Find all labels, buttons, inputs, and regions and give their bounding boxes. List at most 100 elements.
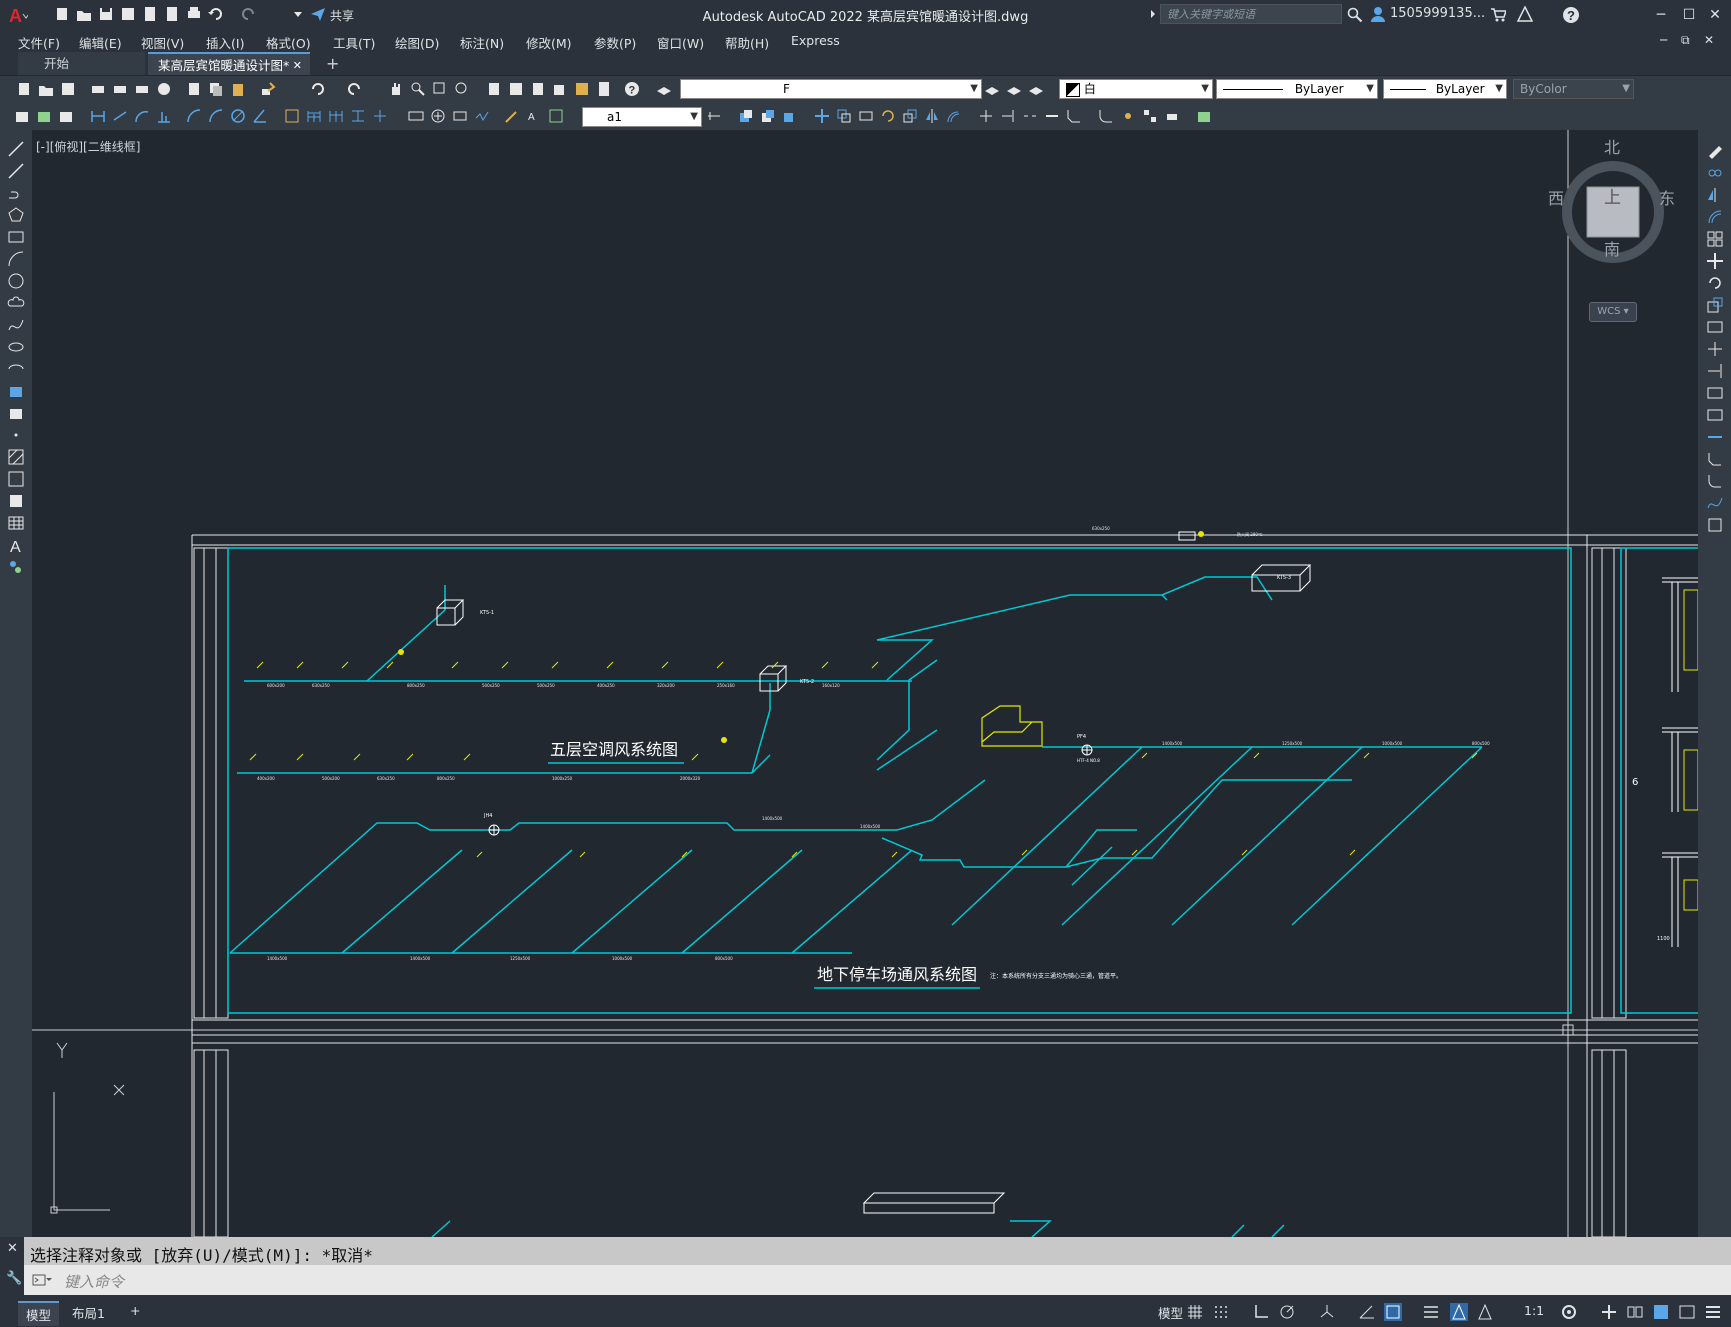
tolerance-icon[interactable] [408,108,424,124]
menu-dimension[interactable]: 标注(N) [460,33,504,52]
make-current-layer-icon[interactable] [984,81,1000,97]
model-space-button[interactable]: 模型 [1150,1301,1191,1324]
chamfer-icon[interactable] [1706,450,1724,468]
plotstyle-dropdown[interactable]: ByColor ▼ [1513,79,1634,99]
extend-modify-icon[interactable] [1000,108,1016,124]
stretch-icon[interactable] [858,108,874,124]
publish-icon[interactable] [134,81,150,97]
3d-print-icon[interactable] [156,81,172,97]
offset-icon[interactable] [1706,208,1724,226]
menu-parametric[interactable]: 参数(P) [594,33,636,52]
menu-window[interactable]: 窗口(W) [657,33,704,52]
make-block-icon[interactable] [7,404,25,422]
save-toolbar-icon[interactable] [60,81,76,97]
cut-icon[interactable] [186,81,202,97]
search-expand-icon[interactable] [1150,8,1156,20]
isolate-objects-icon[interactable] [1626,1303,1644,1321]
doc-restore-icon[interactable]: ⧉ [1681,33,1690,48]
polygon-icon[interactable] [7,206,25,224]
undo-toolbar-icon[interactable] [310,81,326,97]
add-selected-icon[interactable] [7,558,25,576]
copy-modify-icon[interactable] [836,108,852,124]
help-toolbar-icon[interactable]: ? [624,81,640,97]
hatch-icon[interactable] [7,448,25,466]
break-icon[interactable] [1706,406,1724,424]
drawing-canvas[interactable]: [-][俯视][二维线框] 600x200 630x250 800x250 50… [32,130,1698,1237]
command-settings-icon[interactable]: 🔧 [0,1265,24,1295]
dim-update-icon[interactable] [548,108,564,124]
explode-icon[interactable] [1706,516,1724,534]
hardware-acceleration-icon[interactable] [1652,1303,1670,1321]
gradient-icon[interactable] [7,470,25,488]
save-workspace-icon[interactable] [36,108,52,124]
move-modify-icon[interactable] [814,108,830,124]
tab-layout1[interactable]: 布局1 [64,1301,113,1324]
jogged-linear-icon[interactable] [474,108,490,124]
pan-icon[interactable] [388,81,404,97]
mirror-icon[interactable] [1706,186,1724,204]
paste-icon[interactable] [230,81,246,97]
blockedit-icon[interactable] [1196,108,1212,124]
join-icon[interactable] [1706,428,1724,446]
viewcube-south[interactable]: 南 [1604,236,1620,260]
draworder-back-icon[interactable] [760,108,776,124]
diameter-dim-icon[interactable] [230,108,246,124]
viewcube-face-top[interactable]: 上 [1604,183,1621,208]
arc-length-icon[interactable] [134,108,150,124]
polar-icon[interactable] [1278,1303,1296,1321]
rotate-icon[interactable] [1706,274,1724,292]
radius-dim-icon[interactable] [186,108,202,124]
doc-close-icon[interactable]: ✕ [1704,33,1714,47]
scale-icon[interactable] [1706,296,1724,314]
spline-icon[interactable] [7,316,25,334]
lineweight-display-icon[interactable] [1422,1303,1440,1321]
line-icon[interactable] [7,140,25,158]
open-icon[interactable] [38,81,54,97]
menu-tools[interactable]: 工具(T) [333,33,375,52]
auto-scale-icon[interactable] [1476,1303,1494,1321]
ellipse-icon[interactable] [7,338,25,356]
command-input[interactable]: 键入命令 [64,1271,124,1292]
annotation-visibility-icon[interactable] [1450,1303,1468,1321]
dimstyle-dropdown[interactable]: a1 ▼ [582,107,702,127]
offset-modify-icon[interactable] [946,108,962,124]
customization-menu-icon[interactable] [1704,1303,1722,1321]
ellipse-arc-icon[interactable] [7,360,25,378]
tab-document[interactable]: 某高层宾馆暖通设计图* ✕ [148,52,310,75]
insert-block-icon[interactable] [7,382,25,400]
linetype-dropdown[interactable]: ByLayer ▼ [1216,79,1378,99]
design-center-icon[interactable] [508,81,524,97]
erase-modify-icon[interactable] [1164,108,1180,124]
user-account[interactable]: 1505999135... [1390,6,1485,21]
menu-format[interactable]: 格式(O) [266,33,311,52]
layer-state-icon[interactable] [1028,81,1044,97]
break-at-point-icon[interactable] [1706,384,1724,402]
properties-icon[interactable] [486,81,502,97]
dim-space-icon[interactable] [350,108,366,124]
wcs-menu[interactable]: WCS ▾ [1589,302,1637,322]
close-window-icon[interactable]: ✕ [1702,4,1728,26]
osnap-icon[interactable] [1384,1303,1402,1321]
plot-preview-icon[interactable] [112,81,128,97]
lineweight-dropdown[interactable]: ByLayer ▼ [1383,79,1507,99]
clean-screen-icon[interactable] [1678,1303,1696,1321]
tab-model[interactable]: 模型 [18,1301,60,1326]
grid-icon[interactable] [1186,1303,1204,1321]
fillet-modify-icon[interactable] [1098,108,1114,124]
continue-dim-icon[interactable] [328,108,344,124]
quick-dim-icon[interactable] [284,108,300,124]
viewcube-west[interactable]: 西 [1548,185,1564,209]
layer-dropdown[interactable]: F ▼ [680,79,982,99]
copy-icon[interactable] [208,81,224,97]
tool-palettes-icon[interactable] [530,81,546,97]
table-icon[interactable] [7,514,25,532]
minimize-icon[interactable]: ─ [1648,4,1674,26]
user-icon[interactable] [1370,6,1386,22]
doc-minimize-icon[interactable]: ─ [1660,33,1667,47]
block-icon[interactable] [58,108,74,124]
osnap-tracking-icon[interactable] [1358,1303,1376,1321]
menu-edit[interactable]: 编辑(E) [79,33,122,52]
qnew-icon[interactable] [16,81,32,97]
center-mark-icon[interactable] [430,108,446,124]
copy-object-icon[interactable] [1706,164,1724,182]
